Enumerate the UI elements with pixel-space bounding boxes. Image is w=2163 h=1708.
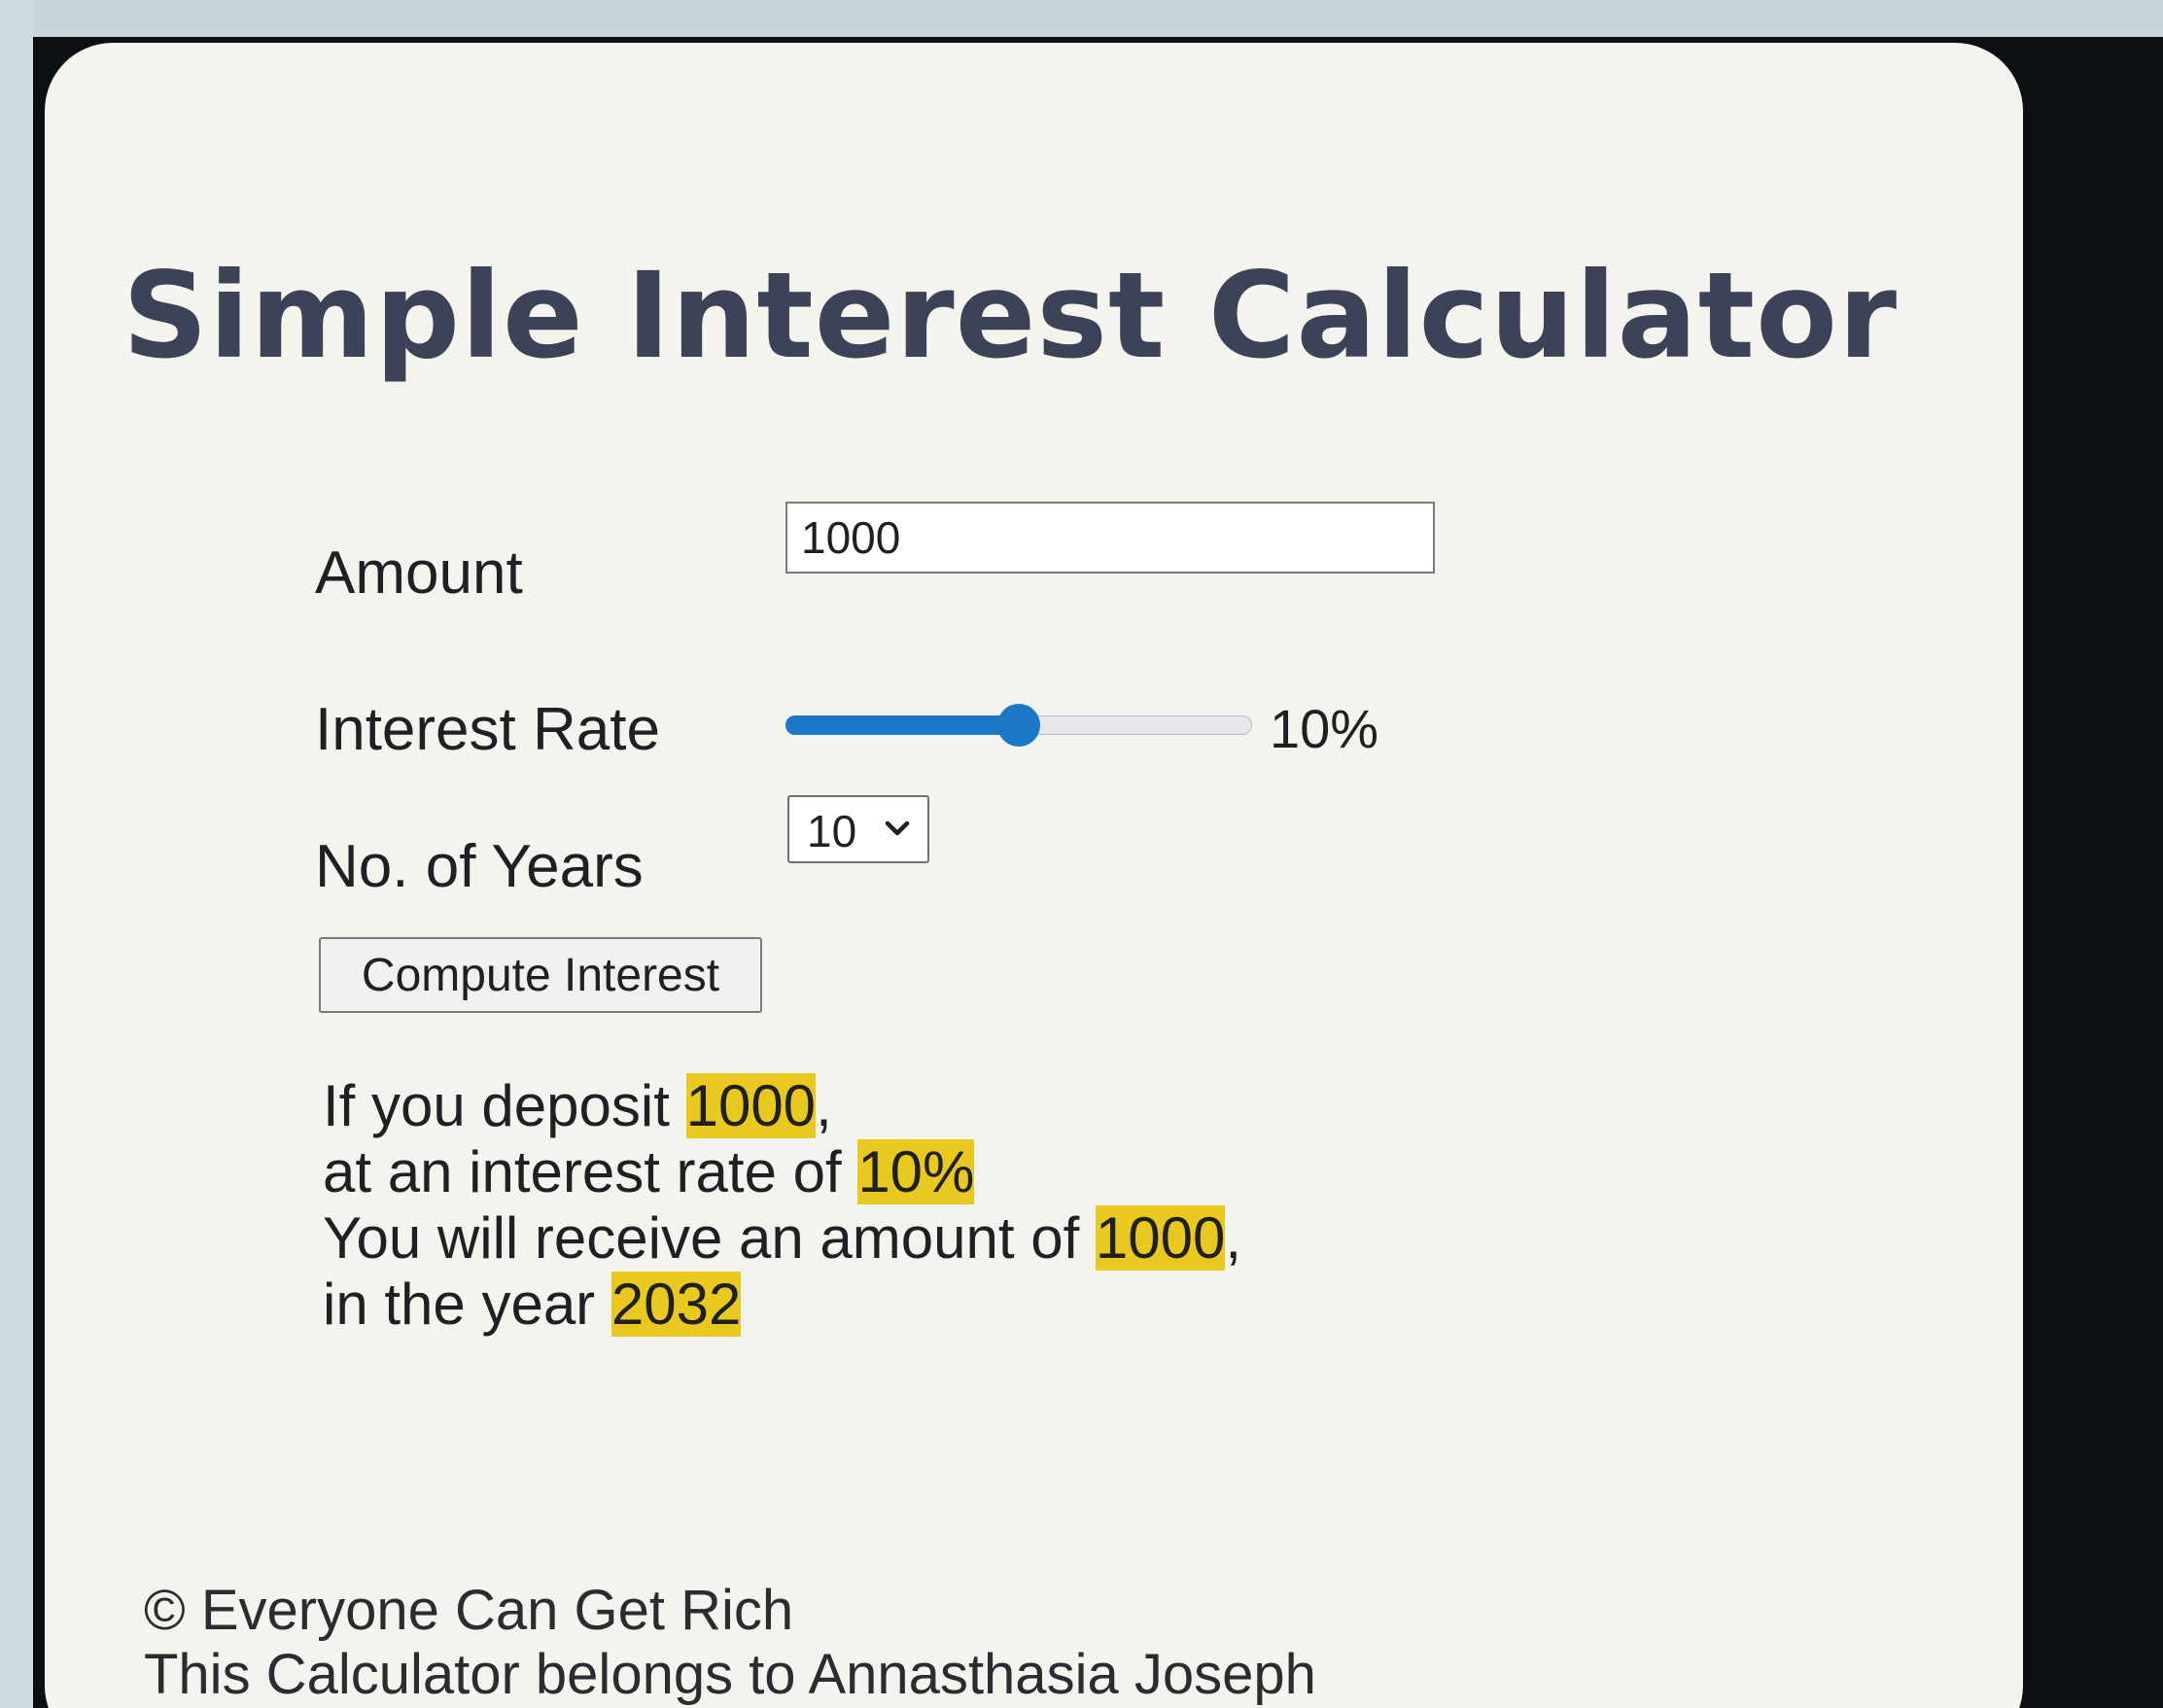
amount-label: Amount [315,540,523,607]
calculator-card: Simple Interest Calculator Amount Intere… [45,43,2023,1708]
slider-fill [785,715,1019,735]
result-line-amount: You will receive an amount of 1000, [323,1205,1241,1272]
chevron-down-icon [885,820,910,836]
years-select-value: 10 [807,806,857,856]
slider-thumb[interactable] [997,704,1040,747]
result-deposit-prefix: If you deposit [323,1073,686,1138]
result-line-deposit: If you deposit 1000, [323,1073,1241,1139]
result-deposit-suffix: , [816,1073,832,1138]
background-left [0,0,33,1708]
interest-rate-slider[interactable] [785,704,1252,747]
background-top [0,0,2163,37]
result-amount-prefix: You will receive an amount of [323,1205,1096,1271]
footer: © Everyone Can Get Rich This Calculator … [144,1579,1316,1707]
result-amount-value: 1000 [1095,1205,1226,1271]
result-line-rate: at an interest rate of 10% [323,1139,1241,1205]
amount-input[interactable] [785,502,1435,574]
footer-owner: This Calculator belongs to Annasthasia J… [144,1643,1316,1706]
result-year-value: 2032 [611,1272,742,1337]
interest-rate-label: Interest Rate [315,696,660,763]
result-rate-value: 10% [857,1139,975,1204]
result-text: If you deposit 1000, at an interest rate… [323,1073,1241,1338]
result-year-prefix: in the year [323,1272,611,1337]
interest-rate-value: 10% [1270,698,1379,759]
result-line-year: in the year 2032 [323,1272,1241,1338]
footer-copyright: © Everyone Can Get Rich [144,1579,794,1642]
years-label: No. of Years [315,833,644,900]
years-select[interactable]: 10 [787,795,929,863]
page-title: Simple Interest Calculator [122,247,1899,385]
result-amount-suffix: , [1225,1205,1242,1271]
result-deposit-value: 1000 [685,1073,817,1138]
result-rate-prefix: at an interest rate of [323,1139,858,1204]
compute-interest-button[interactable]: Compute Interest [319,937,762,1013]
